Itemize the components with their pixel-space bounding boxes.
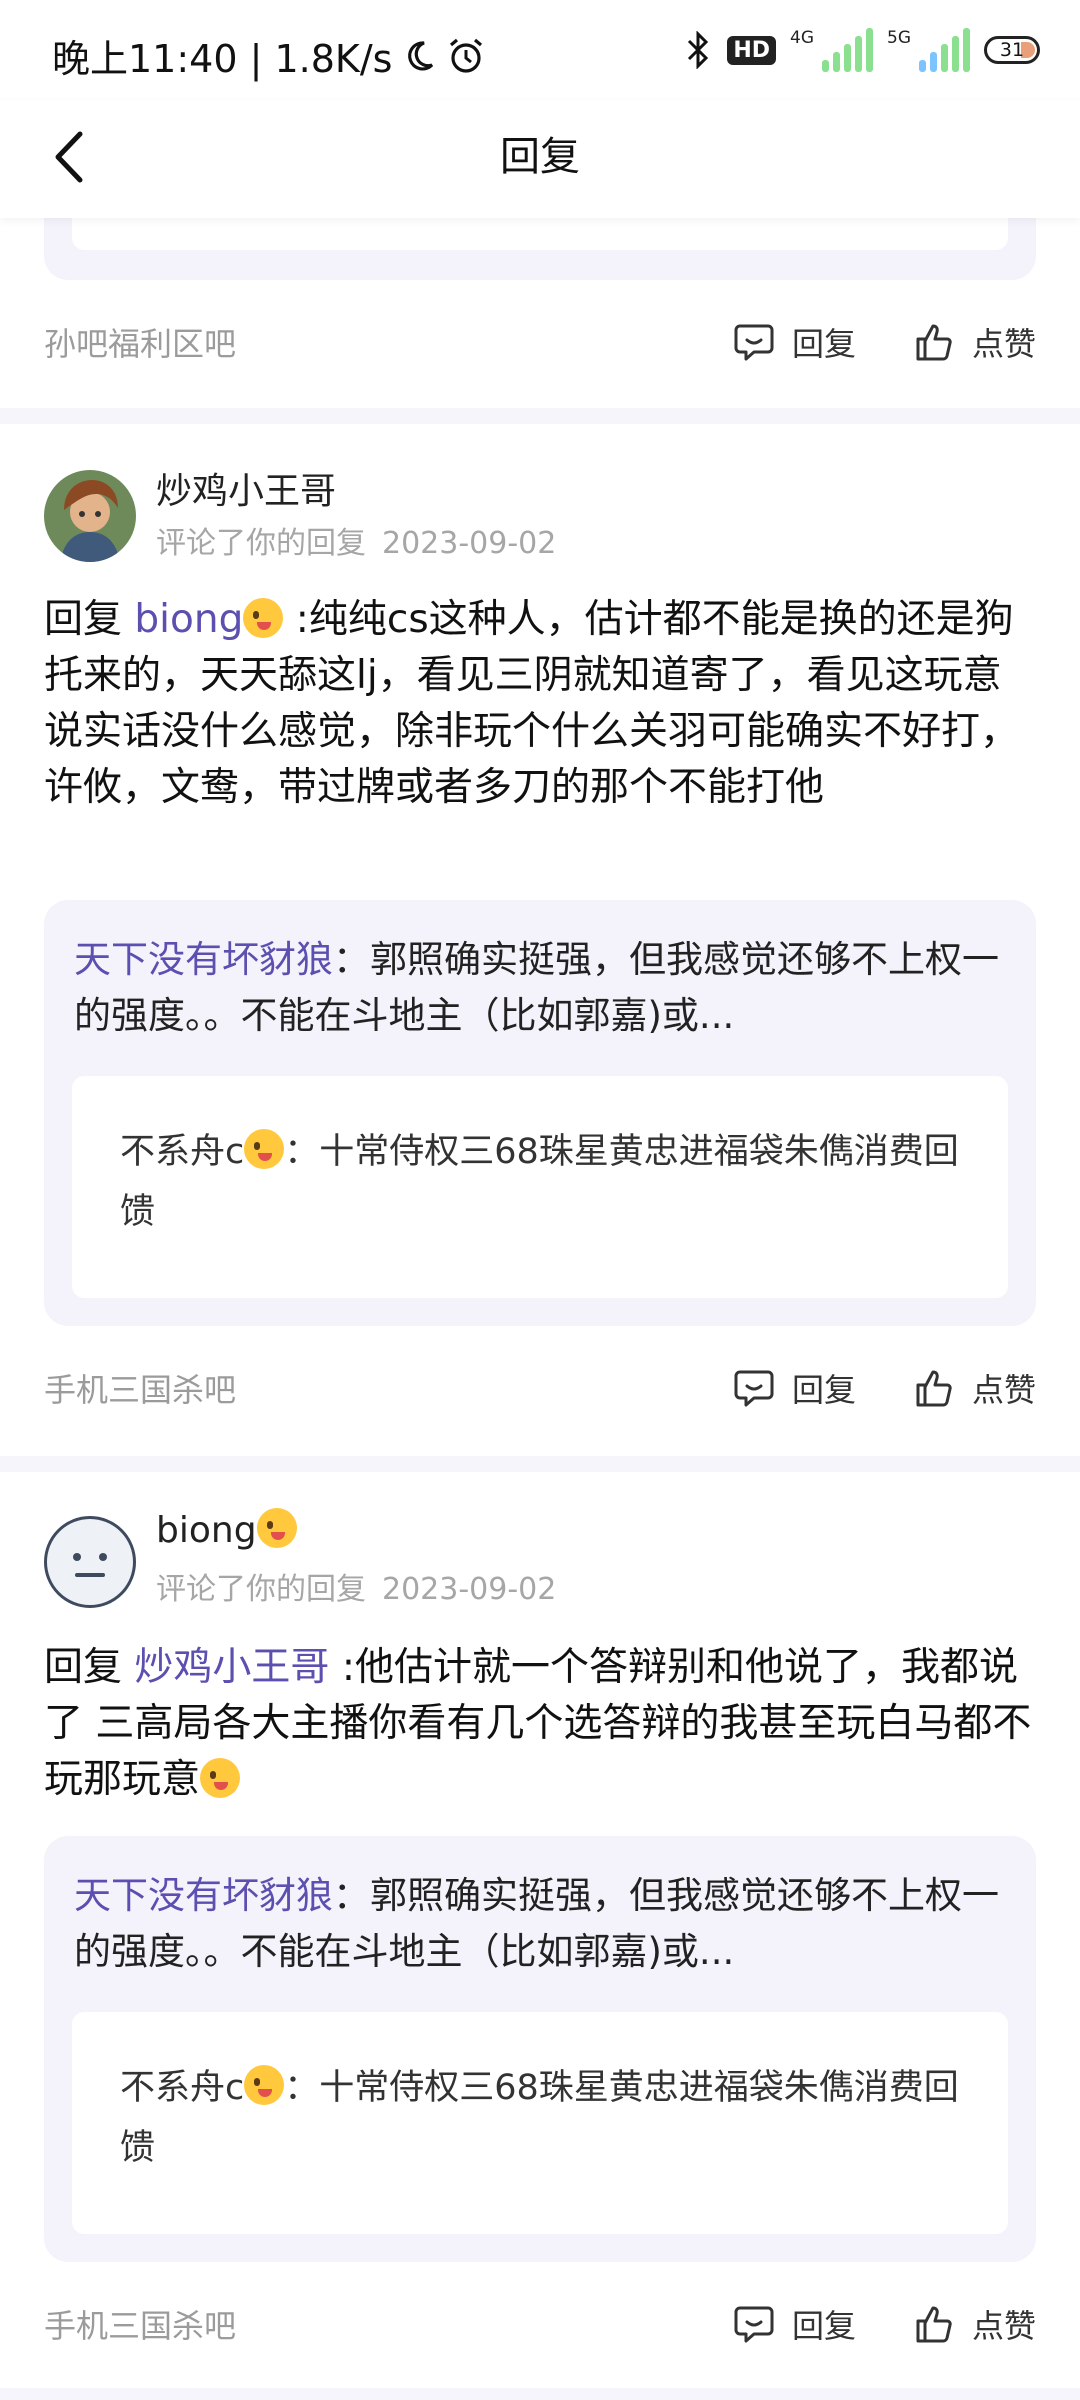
username[interactable]: 炒鸡小王哥 xyxy=(156,462,336,514)
post-footer: 手机三国杀吧 回复 点赞 xyxy=(44,2294,1036,2354)
thumbs-up-icon xyxy=(916,324,952,361)
reply-label: 回复 xyxy=(791,2307,856,2345)
battery-level: 31 xyxy=(999,39,1025,61)
reply-button[interactable]: 回复 xyxy=(732,319,856,365)
forum-link[interactable]: 手机三国杀吧 xyxy=(44,2301,676,2347)
alarm-icon xyxy=(450,38,483,73)
avatar[interactable] xyxy=(44,1516,136,1608)
inner-quote-box[interactable]: 不系舟c ：十常侍权三68珠星黄忠进福袋朱儁消费回馈 xyxy=(72,2012,1008,2234)
mention-link[interactable]: biong xyxy=(134,597,284,642)
tongue-emoji-icon xyxy=(243,598,284,638)
inner-quote: 不系舟c ：十常侍权三68珠星黄忠进福袋朱儁消费回馈 xyxy=(120,2058,968,2178)
reply-prefix: 回复 xyxy=(44,1645,123,1690)
bluetooth-icon xyxy=(688,31,709,69)
signal-5g-icon xyxy=(919,28,970,72)
quote-author[interactable]: 天下没有坏豺狼 xyxy=(74,1874,333,1917)
thumbs-up-icon xyxy=(916,2306,952,2343)
network-4g-label: 4G xyxy=(790,28,814,48)
quote-box[interactable]: 天下没有坏豺狼：郭照确实挺强，但我感觉还够不上权一的强度。。不能在斗地主（比如郭… xyxy=(44,900,1036,1326)
inner-author[interactable]: 不系舟c xyxy=(120,1132,244,1172)
like-label: 点赞 xyxy=(971,325,1036,363)
mention-link[interactable]: 炒鸡小王哥 xyxy=(134,1645,329,1690)
section-divider xyxy=(0,408,1080,424)
like-button[interactable]: 点赞 xyxy=(912,1365,1036,1411)
forum-link[interactable]: 手机三国杀吧 xyxy=(44,1365,676,1411)
post-footer: 手机三国杀吧 回复 点赞 xyxy=(44,1358,1036,1418)
page-title: 回复 xyxy=(500,134,580,180)
post-meta: 评论了你的回复 2023-09-02 xyxy=(156,1564,556,1608)
like-button[interactable]: 点赞 xyxy=(912,319,1036,365)
inner-quote-box[interactable]: 不系舟c ：十常侍权三68珠星黄忠进福袋朱儁消费回馈 xyxy=(72,1076,1008,1298)
like-button[interactable]: 点赞 xyxy=(912,2301,1036,2347)
like-label: 点赞 xyxy=(971,1371,1036,1409)
reply-prefix: 回复 xyxy=(44,597,123,642)
like-label: 点赞 xyxy=(971,2307,1036,2345)
post-body: 回复 炒鸡小王哥 :他估计就一个答辩别和他说了，我都说了 三高局各大主播你看有几… xyxy=(44,1640,1036,1808)
laughing-emoji-icon xyxy=(200,1758,241,1798)
hd-badge: HD xyxy=(727,35,776,65)
section-divider xyxy=(0,2388,1080,2400)
moon-icon xyxy=(408,40,434,70)
status-bar: 晚上11:40 | 1.8K/s HD 4G 5G 31 xyxy=(0,0,1080,100)
reply-label: 回复 xyxy=(791,1371,856,1409)
post-footer: 孙吧福利区吧 回复 点赞 xyxy=(44,312,1036,372)
post-date: 2023-09-02 xyxy=(382,1572,557,1607)
nav-header: 回复 xyxy=(0,100,1080,218)
quote-author[interactable]: 天下没有坏豺狼 xyxy=(74,938,333,981)
meta-action: 评论了你的回复 xyxy=(156,526,366,561)
comment-icon xyxy=(734,2306,774,2343)
quote-box[interactable]: 天下没有坏豺狼：郭照确实挺强，但我感觉还够不上权一的强度。。不能在斗地主（比如郭… xyxy=(44,1836,1036,2262)
battery-icon: 31 xyxy=(984,36,1040,64)
kiss-emoji-icon xyxy=(244,1129,285,1169)
quoted-comment: 天下没有坏豺狼：郭照确实挺强，但我感觉还够不上权一的强度。。不能在斗地主（比如郭… xyxy=(74,932,1006,1044)
reply-label: 回复 xyxy=(791,325,856,363)
reply-button[interactable]: 回复 xyxy=(732,1365,856,1411)
signal-4g-icon xyxy=(822,28,873,72)
avatar[interactable] xyxy=(44,470,136,562)
quoted-comment: 天下没有坏豺狼：郭照确实挺强，但我感觉还够不上权一的强度。。不能在斗地主（比如郭… xyxy=(74,1868,1006,1980)
comment-icon xyxy=(734,324,774,361)
post-body: 回复 biong :纯纯cs这种人，估计都不能是换的还是狗托来的，天天舔这lj，… xyxy=(44,592,1036,816)
inner-author[interactable]: 不系舟c xyxy=(120,2068,244,2108)
comment-icon xyxy=(734,1370,774,1407)
post-meta: 评论了你的回复 2023-09-02 xyxy=(156,518,556,562)
username[interactable]: biong xyxy=(156,1508,297,1551)
reply-button[interactable]: 回复 xyxy=(732,2301,856,2347)
section-divider xyxy=(0,1456,1080,1472)
thumbs-up-icon xyxy=(916,1370,952,1407)
meta-action: 评论了你的回复 xyxy=(156,1572,366,1607)
post-date: 2023-09-02 xyxy=(382,526,557,561)
tongue-emoji-icon xyxy=(256,1508,297,1548)
status-time-speed: 晚上11:40 | 1.8K/s xyxy=(52,37,393,81)
kiss-emoji-icon xyxy=(244,2065,285,2105)
network-5g-label: 5G xyxy=(887,28,911,48)
forum-link[interactable]: 孙吧福利区吧 xyxy=(44,319,676,365)
inner-quote: 不系舟c ：十常侍权三68珠星黄忠进福袋朱儁消费回馈 xyxy=(120,1122,968,1242)
